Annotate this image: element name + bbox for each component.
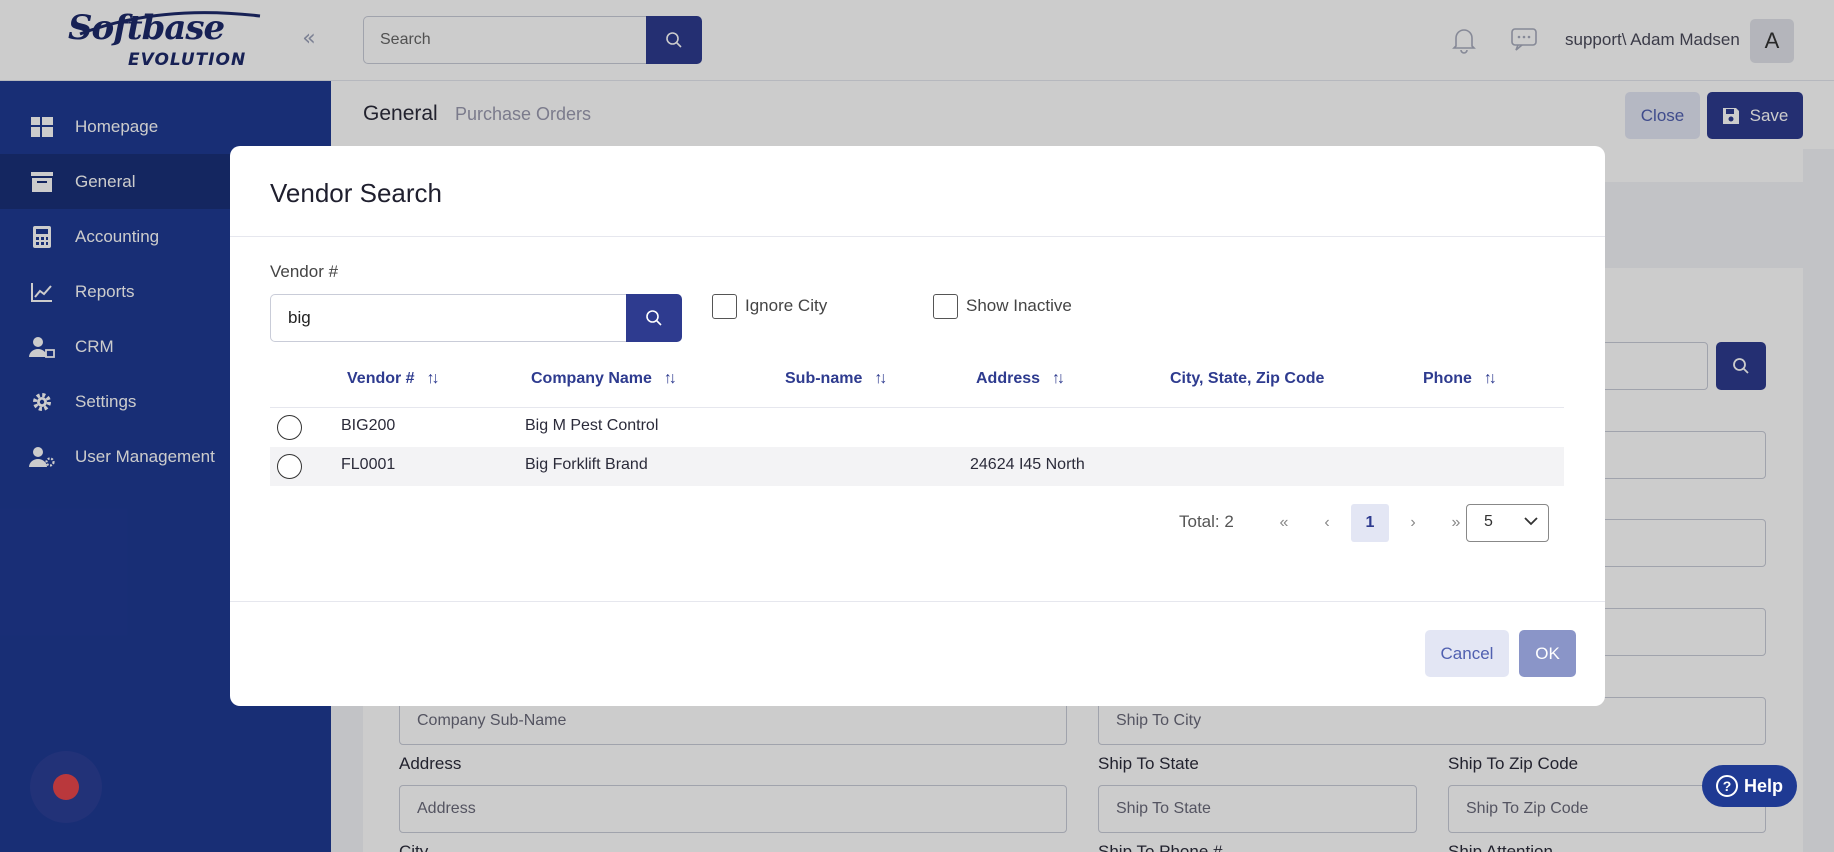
next-page-icon[interactable]: › xyxy=(1394,504,1432,542)
ignore-city-checkbox[interactable] xyxy=(712,294,737,319)
column-label: Address xyxy=(976,370,1041,387)
cell-company: Big Forklift Brand xyxy=(525,456,648,473)
page-number[interactable]: 1 xyxy=(1351,504,1389,542)
vendor-search-button[interactable] xyxy=(626,294,682,342)
question-icon: ? xyxy=(1715,775,1738,797)
column-header-subname[interactable]: Sub-name ↑↓ xyxy=(785,370,887,388)
search-icon xyxy=(646,310,662,326)
cell-vendor: FL0001 xyxy=(341,456,396,473)
column-label: Vendor # xyxy=(347,370,415,387)
column-header-phone[interactable]: Phone ↑↓ xyxy=(1423,370,1497,388)
sort-icon: ↑↓ xyxy=(663,370,677,387)
sort-icon: ↑↓ xyxy=(1483,370,1497,387)
vendor-search-modal: Vendor Search Vendor # Ignore City Show … xyxy=(230,146,1605,706)
column-label: City, State, Zip Code xyxy=(1170,370,1325,387)
column-header-company[interactable]: Company Name ↑↓ xyxy=(531,370,677,388)
table-row[interactable]: FL0001 Big Forklift Brand 24624 I45 Nort… xyxy=(270,447,1564,486)
cell-vendor: BIG200 xyxy=(341,417,396,434)
help-button[interactable]: ? Help xyxy=(1702,765,1797,807)
column-header-vendor[interactable]: Vendor # ↑↓ xyxy=(347,370,440,388)
cell-address: 24624 I45 North xyxy=(970,456,1085,473)
ok-button[interactable]: OK xyxy=(1519,630,1576,677)
total-count: Total: 2 xyxy=(1179,512,1234,531)
prev-page-icon[interactable]: ‹ xyxy=(1308,504,1346,542)
column-header-city-state-zip: City, State, Zip Code xyxy=(1170,370,1324,388)
column-label: Company Name xyxy=(531,370,652,387)
row-select-radio[interactable] xyxy=(277,415,302,440)
vendor-number-label: Vendor # xyxy=(270,262,339,281)
modal-title: Vendor Search xyxy=(270,178,443,208)
sort-icon: ↑↓ xyxy=(426,370,440,387)
show-inactive-label: Show Inactive xyxy=(966,296,1072,315)
sort-icon: ↑↓ xyxy=(1052,370,1065,387)
cancel-button[interactable]: Cancel xyxy=(1425,630,1509,677)
cell-company: Big M Pest Control xyxy=(525,417,659,434)
divider xyxy=(230,601,1605,602)
sort-icon: ↑↓ xyxy=(874,370,887,387)
show-inactive-checkbox[interactable] xyxy=(933,294,958,319)
row-select-radio[interactable] xyxy=(277,454,302,479)
column-label: Sub-name xyxy=(785,370,863,387)
first-page-icon[interactable]: « xyxy=(1265,504,1303,542)
divider xyxy=(230,236,1605,237)
column-header-address[interactable]: Address ↑↓ xyxy=(976,370,1065,388)
vendor-number-input[interactable] xyxy=(270,294,626,342)
ignore-city-label: Ignore City xyxy=(745,296,828,315)
page-size-select[interactable]: 5 xyxy=(1466,504,1549,542)
column-label: Phone xyxy=(1423,370,1472,387)
help-label: Help xyxy=(1743,775,1783,796)
chevron-down-icon xyxy=(1524,517,1538,526)
table-row[interactable]: BIG200 Big M Pest Control xyxy=(270,408,1564,447)
page-size-value: 5 xyxy=(1484,513,1493,530)
